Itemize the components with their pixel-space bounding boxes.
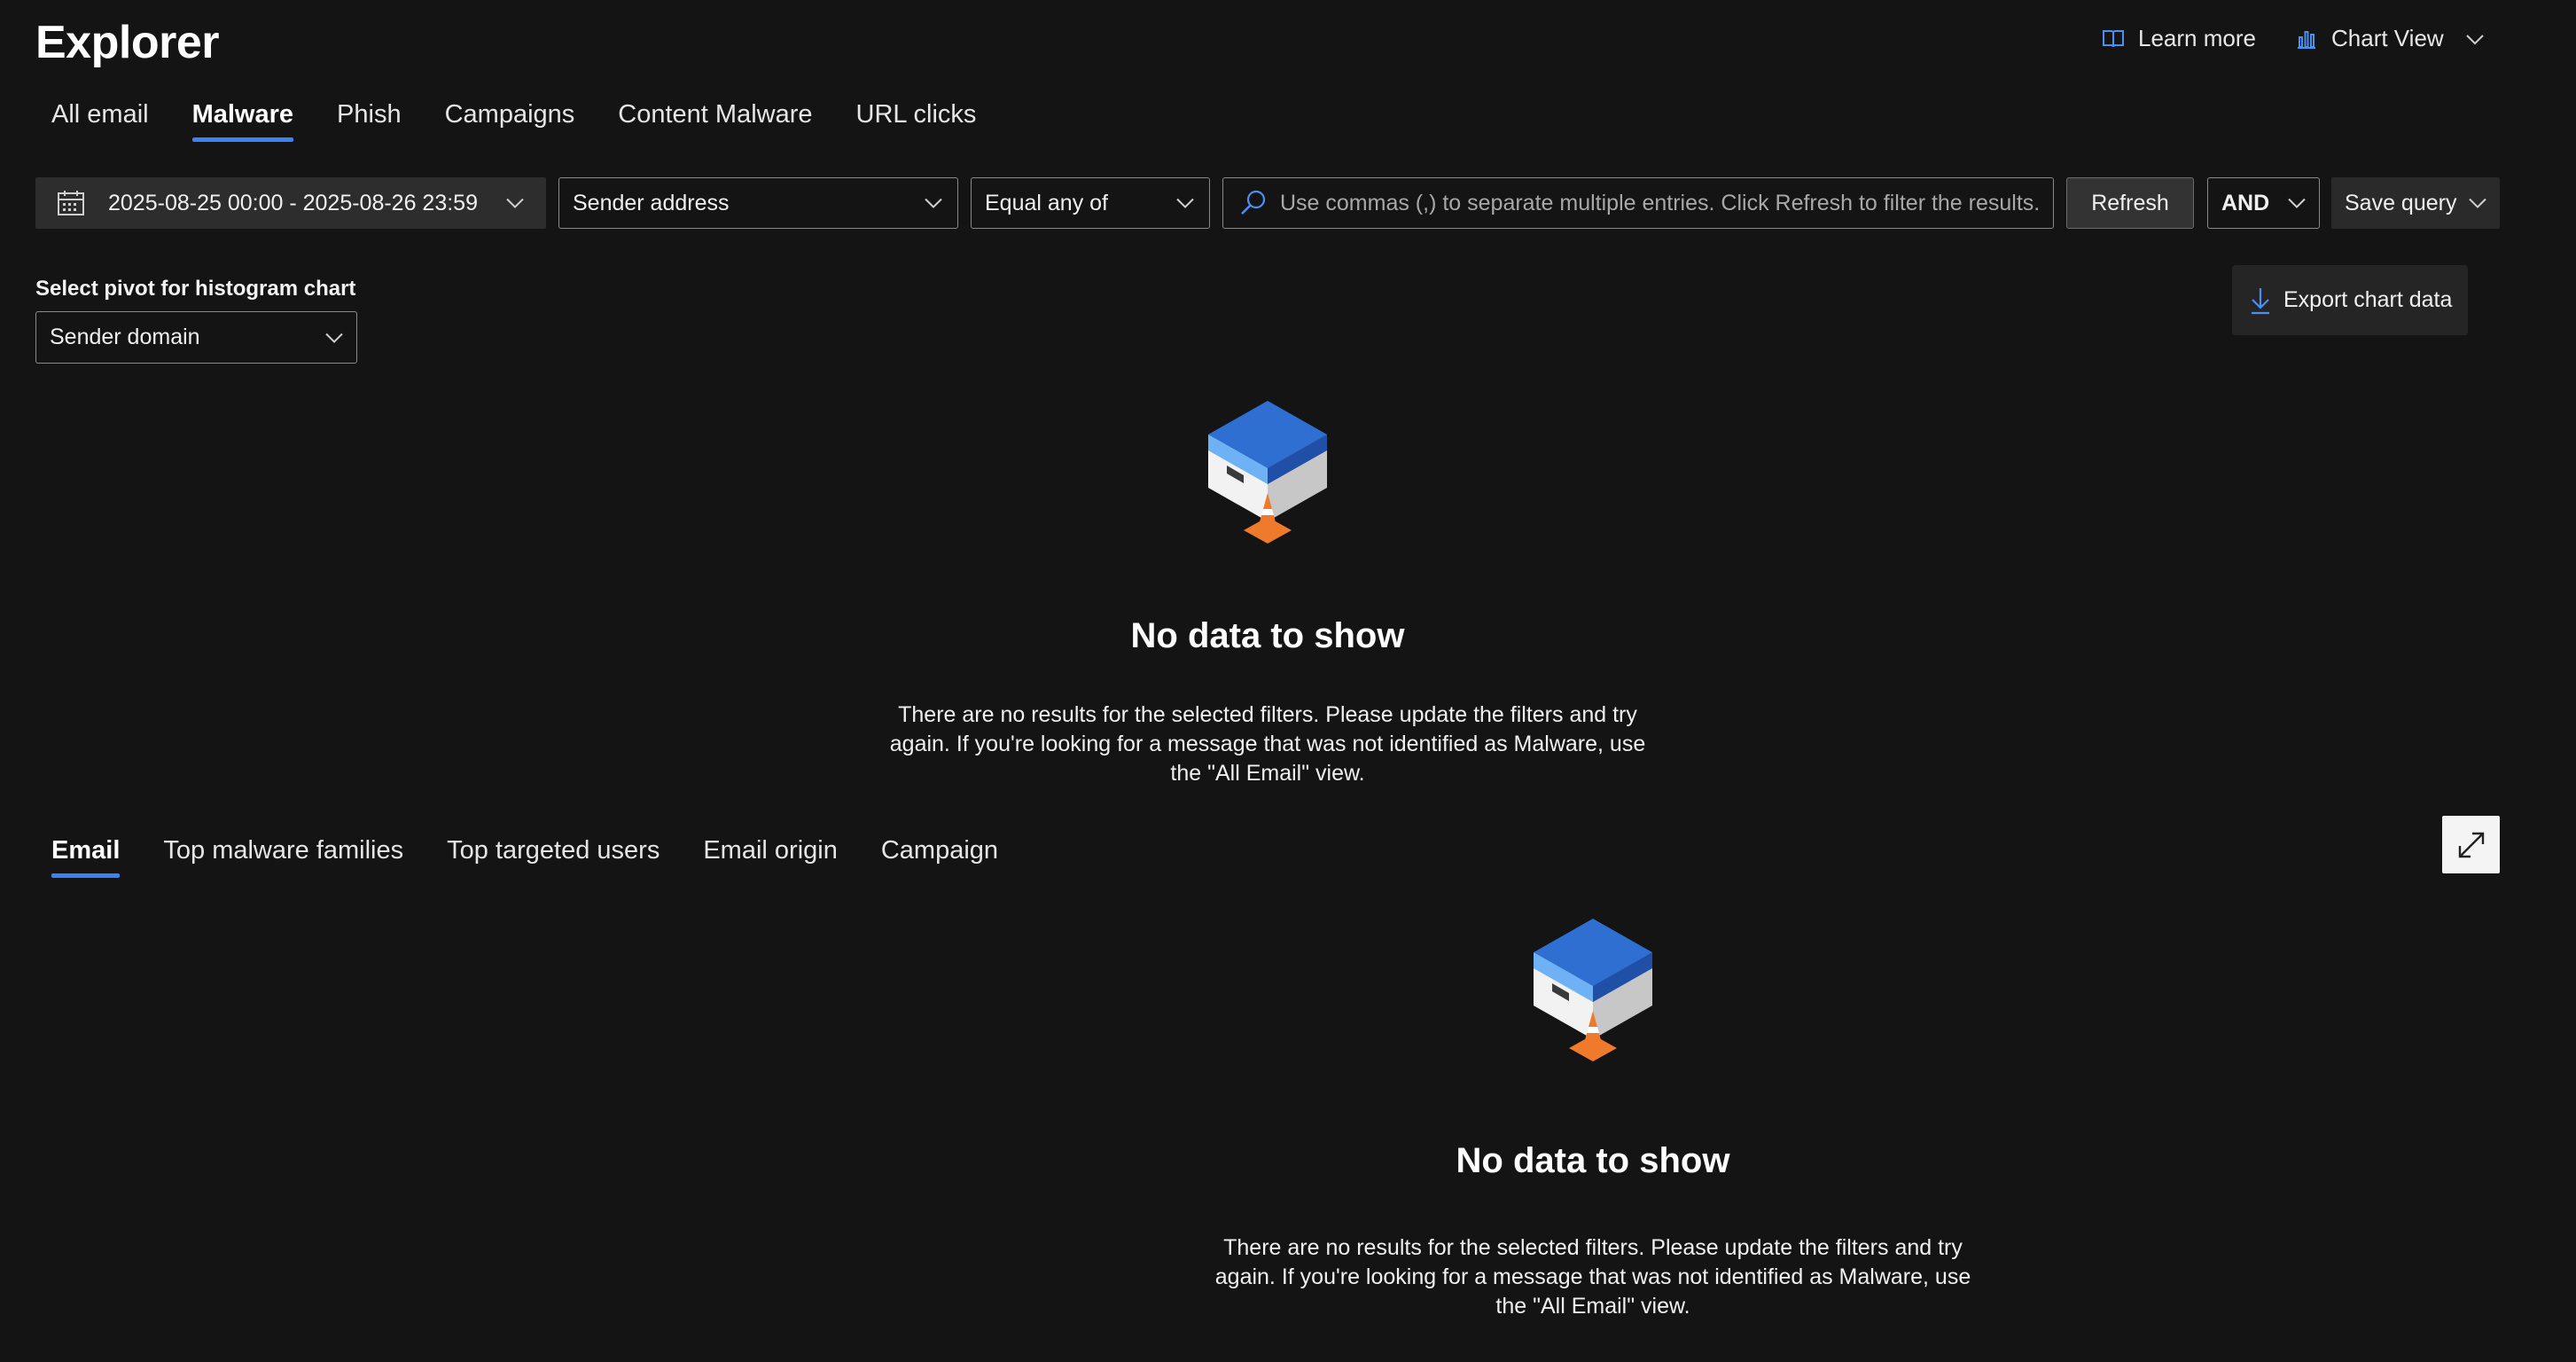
expand-icon	[2456, 830, 2486, 860]
empty-box-illustration	[1526, 906, 1659, 1066]
chart-view-menu[interactable]: Chart View	[2294, 25, 2485, 52]
table-empty-title: No data to show	[1456, 1141, 1730, 1180]
filter-value-search[interactable]: Use commas (,) to separate multiple entr…	[1222, 177, 2054, 229]
search-icon	[1239, 189, 1268, 217]
export-label: Export chart data	[2283, 287, 2453, 312]
chevron-down-icon	[2287, 191, 2307, 216]
pivot-label: Select pivot for histogram chart	[35, 277, 356, 301]
learn-more-link[interactable]: Learn more	[2101, 25, 2256, 52]
bar-chart-icon	[2294, 27, 2319, 51]
tab-top-targeted-users[interactable]: Top targeted users	[447, 836, 660, 878]
logic-value: AND	[2221, 190, 2270, 215]
tab-phish[interactable]: Phish	[337, 100, 402, 142]
filter-operator-value: Equal any of	[985, 190, 1108, 215]
page-title: Explorer	[35, 17, 219, 68]
table-empty-message: There are no results for the selected fi…	[1214, 1235, 1971, 1319]
chart-view-label: Chart View	[2331, 25, 2444, 51]
tab-malware[interactable]: Malware	[191, 100, 294, 142]
pivot-dropdown[interactable]: Sender domain	[35, 311, 357, 364]
logic-dropdown[interactable]: AND	[2207, 177, 2320, 229]
tab-campaigns[interactable]: Campaigns	[445, 100, 575, 142]
tab-top-malware-families[interactable]: Top malware families	[163, 836, 403, 878]
filter-field-value: Sender address	[573, 190, 730, 215]
search-placeholder: Use commas (,) to separate multiple entr…	[1280, 190, 2041, 215]
chevron-down-icon	[2465, 25, 2485, 52]
tab-campaign[interactable]: Campaign	[881, 836, 998, 878]
book-icon	[2101, 27, 2126, 51]
chevron-down-icon	[505, 191, 525, 216]
tab-all-email[interactable]: All email	[51, 100, 149, 142]
download-icon	[2250, 286, 2271, 315]
date-range-value: 2025-08-25 00:00 - 2025-08-26 23:59	[108, 190, 478, 215]
chart-empty-title: No data to show	[1130, 616, 1405, 655]
date-range-picker[interactable]: 2025-08-25 00:00 - 2025-08-26 23:59	[35, 177, 546, 229]
pivot-value: Sender domain	[50, 325, 200, 349]
tab-content-malware[interactable]: Content Malware	[618, 100, 812, 142]
chevron-down-icon	[924, 191, 943, 216]
expand-button[interactable]	[2442, 816, 2500, 873]
filter-field-dropdown[interactable]: Sender address	[558, 177, 958, 229]
save-query-dropdown[interactable]: Save query	[2331, 177, 2500, 229]
chevron-down-icon	[1175, 191, 1195, 216]
chevron-down-icon	[324, 325, 344, 350]
export-chart-data-button[interactable]: Export chart data	[2232, 265, 2468, 335]
empty-box-illustration	[1201, 388, 1334, 548]
tab-email[interactable]: Email	[51, 836, 121, 878]
tab-email-origin[interactable]: Email origin	[703, 836, 838, 878]
chart-empty-message: There are no results for the selected fi…	[889, 702, 1646, 786]
learn-more-label: Learn more	[2138, 25, 2256, 51]
filter-operator-dropdown[interactable]: Equal any of	[971, 177, 1210, 229]
refresh-button[interactable]: Refresh	[2066, 177, 2194, 229]
tab-url-clicks[interactable]: URL clicks	[856, 100, 977, 142]
calendar-icon	[57, 190, 85, 216]
save-query-label: Save query	[2345, 190, 2457, 215]
main-tabs: All email Malware Phish Campaigns Conten…	[51, 100, 976, 142]
detail-tabs: Email Top malware families Top targeted …	[51, 836, 998, 878]
chevron-down-icon	[2468, 191, 2487, 216]
